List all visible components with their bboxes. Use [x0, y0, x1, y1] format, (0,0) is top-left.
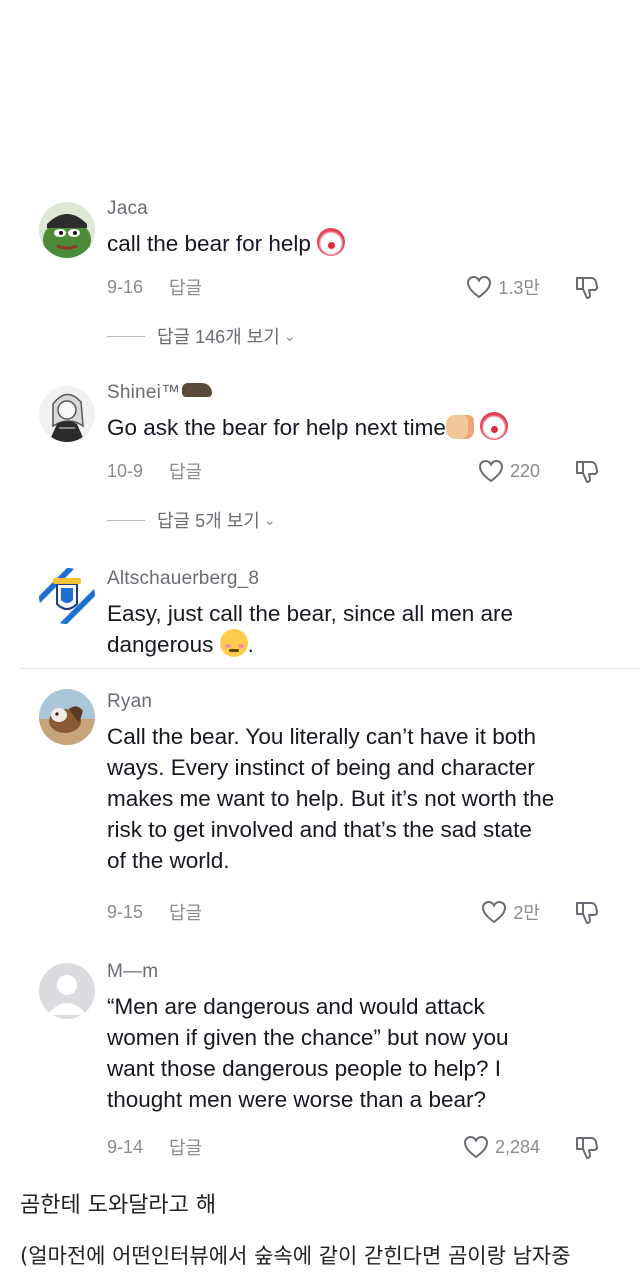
replies-divider-line [107, 519, 145, 521]
comment-meta: 10-9 답글 220 [107, 457, 612, 485]
comment-date: 9-15 [107, 901, 144, 922]
reply-button[interactable]: 답글 [169, 1134, 463, 1160]
chevron-down-icon: ⌄ [263, 511, 276, 528]
reply-button[interactable]: 답글 [169, 458, 478, 484]
comment-text: Go ask the bear for help next time [107, 412, 612, 443]
comment-date: 9-16 [107, 276, 144, 297]
comment-text-line: Easy, just call the bear, since all men … [107, 601, 514, 626]
like-count: 220 [509, 460, 540, 481]
bear-icon [182, 383, 213, 397]
like-button[interactable]: 1.3만 [466, 274, 540, 300]
like-count: 2,284 [494, 1136, 540, 1157]
avatar[interactable] [39, 689, 95, 745]
comment-shinei: Shinei™ Go ask the bear for help next ti… [0, 372, 640, 562]
comment-jaca: Jaca call the bear for help 9-16 답글 1.3만… [0, 196, 640, 372]
fist-icon [445, 415, 474, 439]
thumbs-down-outline-icon [576, 1137, 598, 1159]
comment-username-text: Shinei™ [107, 382, 181, 403]
dislike-button[interactable] [574, 274, 600, 300]
comment-meta: 9-16 답글 1.3만 [107, 273, 612, 301]
thumbs-down-outline-icon [576, 277, 598, 299]
comment-m-m: M—m “Men are dangerous and would attack … [0, 951, 640, 1161]
replies-divider-line [107, 335, 145, 337]
reply-button[interactable]: 답글 [169, 899, 481, 925]
comment-altschauerberg: Altschauerberg_8 Easy, just call the bea… [0, 562, 640, 668]
frog-avatar-icon [39, 202, 95, 258]
comment-text: “Men are dangerous and would attack wome… [107, 991, 612, 1115]
heart-outline-icon [463, 1135, 488, 1159]
comment-date: 10-9 [107, 460, 144, 481]
like-button[interactable]: 2만 [481, 899, 540, 925]
default-user-avatar-icon [39, 963, 95, 1019]
bavarian-flag-avatar-icon [39, 568, 95, 624]
avatar[interactable] [39, 963, 95, 1019]
caption-title: 곰한테 도와달라고 해 [20, 1193, 217, 1218]
avatar[interactable] [39, 202, 95, 258]
comment-text-line: risk to get involved and that’s the sad … [107, 817, 532, 842]
like-button[interactable]: 2,284 [463, 1135, 540, 1159]
comment-meta: 9-15 답글 2만 [107, 898, 612, 926]
comment-text-line: ways. Every instinct of being and charac… [107, 755, 535, 780]
clown-face-icon [317, 228, 346, 256]
thumbs-down-outline-icon [576, 902, 598, 924]
comment-date: 9-14 [107, 1136, 144, 1157]
comment-text: Call the bear. You literally can’t have … [107, 721, 612, 876]
dislike-button[interactable] [574, 458, 600, 484]
avatar[interactable] [39, 386, 95, 442]
heart-outline-icon [482, 900, 507, 924]
comment-username[interactable]: Shinei™ [107, 380, 612, 406]
comment-text-line: women if given the chance” but now you [107, 1025, 509, 1050]
dog-photo-avatar-icon [39, 689, 95, 745]
comment-text: call the bear for help [107, 228, 612, 259]
comment-text-line: dangerous . [107, 629, 612, 660]
like-count: 1.3만 [498, 278, 540, 298]
comment-text-line: Call the bear. You literally can’t have … [107, 724, 537, 749]
comment-meta: 9-14 답글 2,284 [107, 1133, 612, 1161]
comment-text-line: thought men were worse than a bear? [107, 1087, 486, 1112]
view-replies-label: 답글 5개 보기 [157, 511, 260, 531]
comment-text-content: Go ask the bear for help next time [107, 415, 446, 440]
smiling-face-with-hearts-icon [219, 629, 248, 657]
like-button[interactable]: 220 [478, 459, 540, 483]
comment-text: Easy, just call the bear, since all men … [107, 598, 612, 660]
like-count: 2만 [513, 903, 540, 923]
reply-button[interactable]: 답글 [169, 274, 466, 300]
top-blank-area [0, 0, 640, 196]
dislike-button[interactable] [574, 899, 600, 925]
comment-username[interactable]: Altschauerberg_8 [107, 566, 612, 592]
comment-text-line: “Men are dangerous and would attack [107, 994, 485, 1019]
comment-username[interactable]: Jaca [107, 196, 612, 222]
view-replies-button[interactable]: 답글 5개 보기 ⌄ [107, 507, 612, 533]
comment-text-content: call the bear for help [107, 231, 311, 256]
heart-outline-icon [478, 459, 503, 483]
comment-username[interactable]: Ryan [107, 689, 612, 715]
dislike-button[interactable] [574, 1134, 600, 1160]
avatar[interactable] [39, 568, 95, 624]
view-replies-button[interactable]: 답글 146개 보기 ⌄ [107, 323, 612, 349]
comment-text-content: dangerous [107, 632, 214, 657]
comment-text-trail: . [247, 632, 254, 657]
caption-body: (얼마전에 어떤인터뷰에서 숲속에 같이 갇힌다면 곰이랑 남자중 [20, 1244, 571, 1268]
comment-text-line: makes me want to help. But it’s not wort… [107, 786, 555, 811]
view-replies-label: 답글 146개 보기 [157, 327, 280, 347]
comment-username[interactable]: M—m [107, 959, 612, 985]
anime-character-avatar-icon [39, 386, 95, 442]
heart-outline-icon [467, 275, 492, 299]
clown-face-icon [480, 412, 509, 440]
comment-text-line: want those dangerous people to help? I [107, 1056, 502, 1081]
comment-text-line: of the world. [107, 848, 230, 873]
comment-ryan: Ryan Call the bear. You literally can’t … [0, 669, 640, 951]
thumbs-down-outline-icon [576, 461, 598, 483]
chevron-down-icon: ⌄ [283, 327, 296, 344]
